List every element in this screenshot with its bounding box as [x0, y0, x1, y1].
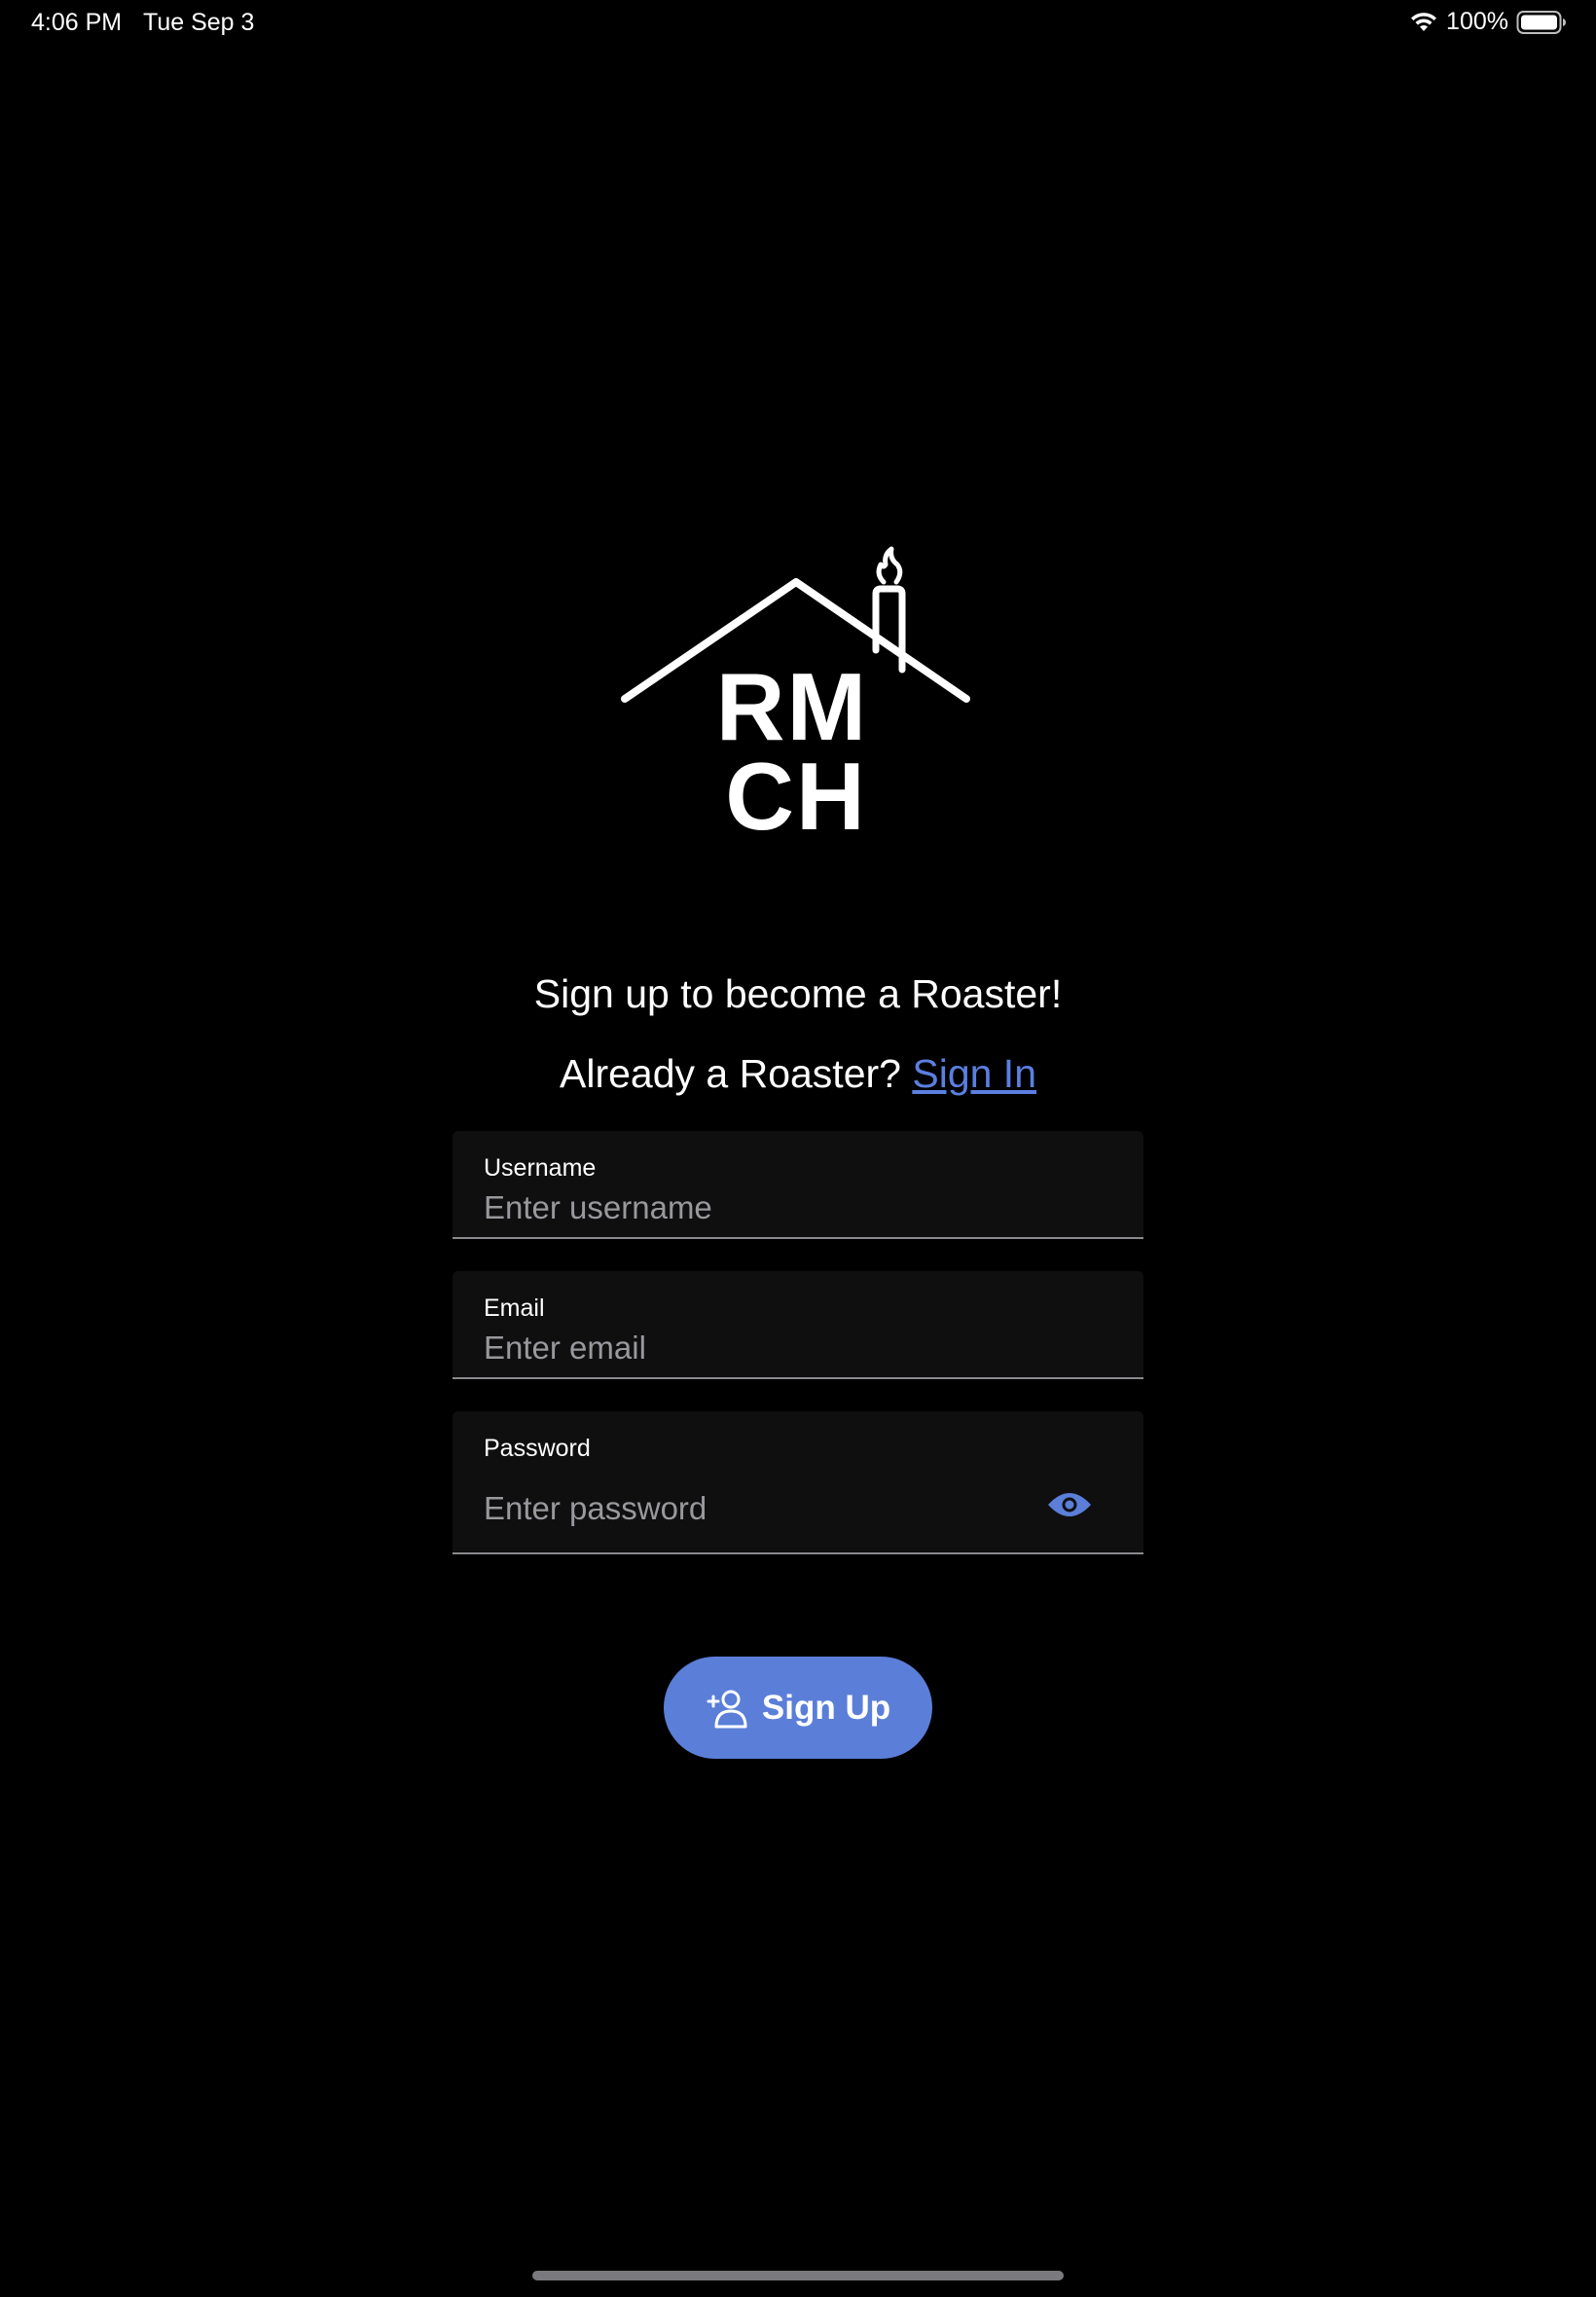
page-title: Sign up to become a Roaster! — [533, 971, 1063, 1016]
email-field[interactable]: Email — [453, 1271, 1143, 1379]
email-label: Email — [484, 1294, 545, 1322]
email-input[interactable] — [484, 1328, 1068, 1368]
username-input[interactable] — [484, 1187, 1068, 1228]
password-field[interactable]: Password — [453, 1411, 1143, 1554]
status-indicators: 100% — [1409, 8, 1567, 36]
sign-in-link[interactable]: Sign In — [912, 1051, 1036, 1096]
home-indicator[interactable] — [532, 2271, 1064, 2280]
eye-icon[interactable] — [1046, 1489, 1093, 1520]
status-date: Tue Sep 3 — [143, 9, 255, 36]
logo-text-line2: CH — [725, 743, 867, 837]
username-field[interactable]: Username — [453, 1131, 1143, 1239]
battery-percentage: 100% — [1446, 8, 1508, 35]
wifi-icon — [1411, 12, 1437, 31]
sign-in-prompt-text: Already a Roaster? — [559, 1051, 901, 1096]
sign-in-prompt: Already a Roaster? Sign In — [0, 1051, 1596, 1097]
password-label: Password — [484, 1435, 591, 1462]
house-with-chimney-flame-logo: RM CH — [621, 545, 975, 850]
add-user-icon — [707, 1690, 747, 1728]
username-label: Username — [484, 1154, 597, 1182]
sign-up-label: Sign Up — [761, 1688, 891, 1727]
password-input[interactable] — [484, 1487, 1029, 1530]
status-time: 4:06 PM — [31, 9, 123, 36]
status-bar: 4:06 PM Tue Sep 3 100% — [0, 0, 1596, 47]
battery-full-icon — [1516, 10, 1566, 34]
sign-up-button[interactable]: Sign Up — [664, 1657, 932, 1759]
